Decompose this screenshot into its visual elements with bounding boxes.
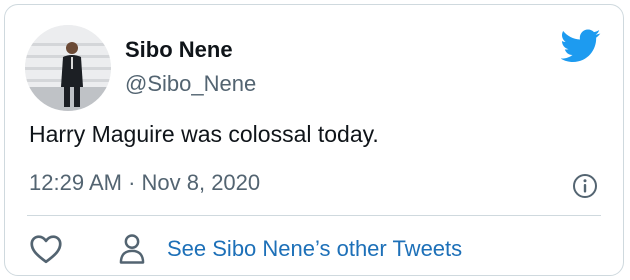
tweet-timestamp[interactable]: 12:29 AM · Nov 8, 2020 [29,170,260,196]
heart-icon [30,235,62,264]
twitter-bird-icon[interactable] [561,29,601,63]
person-icon [119,234,145,264]
like-button[interactable] [27,231,65,267]
info-icon[interactable] [571,172,599,200]
tweet-text: Harry Maguire was colossal today. [29,121,379,147]
author-display-name[interactable]: Sibo Nene [125,37,233,63]
see-other-tweets-link[interactable]: See Sibo Nene’s other Tweets [117,231,462,267]
author-handle[interactable]: @Sibo_Nene [125,71,256,97]
tweet-card: Sibo Nene @Sibo_Nene Harry Maguire was c… [4,4,624,276]
avatar-photo [25,25,111,111]
divider [27,215,601,216]
avatar[interactable] [25,25,111,111]
see-other-tweets-label: See Sibo Nene’s other Tweets [167,236,463,261]
